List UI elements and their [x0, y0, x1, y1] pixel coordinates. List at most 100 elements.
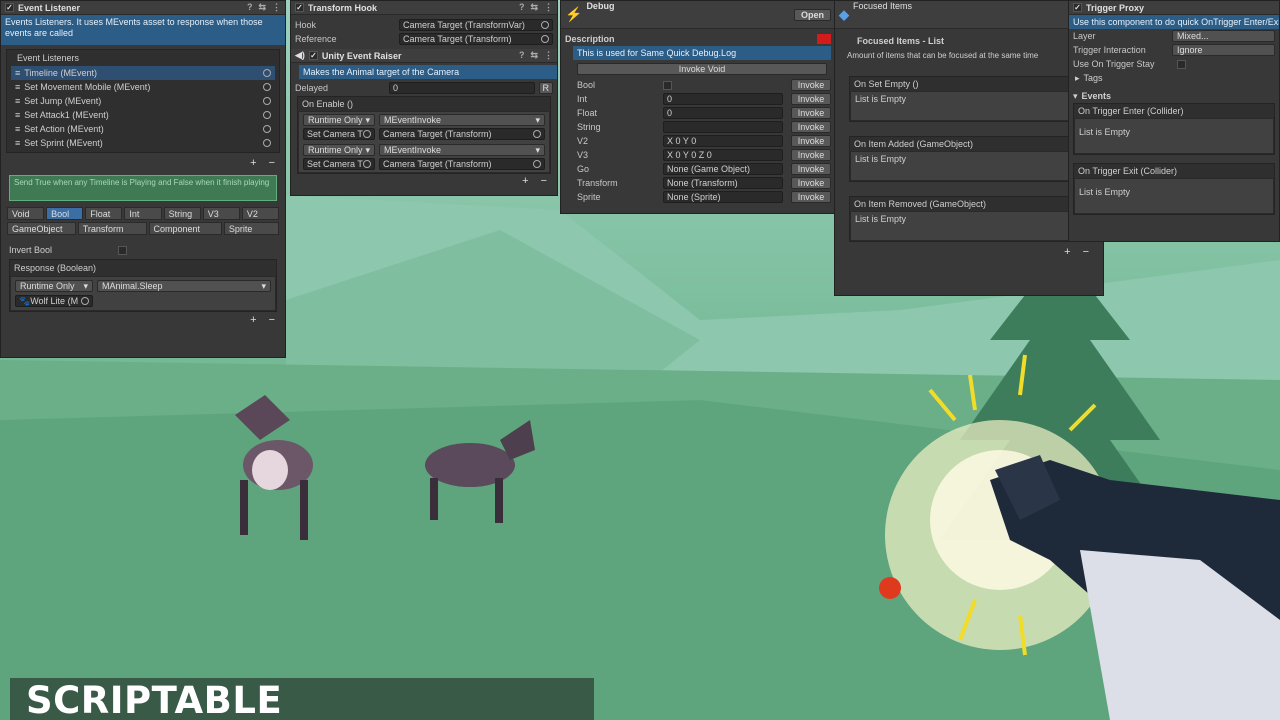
enable-checkbox[interactable]: ✓	[5, 3, 14, 12]
object-field[interactable]: Set Camera T	[303, 128, 375, 140]
add-button[interactable]: +	[250, 157, 256, 169]
debug-value-field[interactable]: None (Sprite)	[663, 191, 783, 203]
remove-button[interactable]: −	[1083, 246, 1089, 258]
target-icon[interactable]	[533, 130, 541, 138]
invoke-button[interactable]: Invoke	[791, 121, 831, 133]
more-icon[interactable]: ⋮	[544, 2, 553, 13]
enable-checkbox[interactable]: ✓	[308, 51, 318, 60]
events-row[interactable]: ▾ Events	[1069, 89, 1279, 103]
list-item[interactable]: ≡ Set Movement Mobile (MEvent)	[11, 80, 275, 94]
debug-value-field[interactable]: 0	[663, 107, 783, 119]
method-dropdown[interactable]: MEventInvoke ▾	[379, 144, 545, 156]
debug-value-field[interactable]: X 0 Y 0 Z 0	[663, 149, 783, 161]
argument-field[interactable]: Camera Target (Transform)	[379, 158, 545, 170]
remove-button[interactable]: −	[269, 314, 275, 326]
invert-bool-checkbox[interactable]	[118, 245, 127, 255]
target-icon[interactable]	[541, 35, 549, 43]
target-icon[interactable]	[263, 97, 271, 105]
invoke-button[interactable]: Invoke	[791, 79, 831, 91]
enable-checkbox[interactable]: ✓	[295, 3, 304, 12]
red-flag-icon	[817, 34, 831, 44]
target-icon[interactable]	[541, 21, 549, 29]
invoke-button[interactable]: Invoke	[791, 135, 831, 147]
remove-button[interactable]: −	[269, 157, 275, 169]
open-button[interactable]: Open	[793, 8, 831, 21]
layer-dropdown[interactable]: Mixed...	[1172, 30, 1275, 42]
tab-int[interactable]: Int	[124, 207, 162, 220]
target-icon[interactable]	[263, 139, 271, 147]
tab-string[interactable]: String	[163, 207, 201, 220]
target-icon[interactable]	[81, 297, 89, 305]
runtime-value: Runtime Only	[308, 145, 363, 155]
focused-items-panel: ◆ Focused Items Focused Items - List Amo…	[834, 0, 1104, 296]
debug-value-field[interactable]	[663, 121, 783, 133]
list-item[interactable]: ≡ Set Action (MEvent)	[11, 122, 275, 136]
tab-gameobject[interactable]: GameObject	[7, 222, 76, 235]
add-button[interactable]: +	[1064, 246, 1070, 258]
target-icon[interactable]	[363, 160, 371, 168]
paw-icon: 🐾	[19, 295, 31, 306]
debug-value-field[interactable]: None (Transform)	[663, 177, 783, 189]
list-item[interactable]: ≡ Timeline (MEvent)	[11, 66, 275, 80]
event-section: On Set Empty () List is Empty	[849, 76, 1073, 122]
interaction-dropdown[interactable]: Ignore	[1172, 44, 1275, 56]
debug-value-field[interactable]: X 0 Y 0	[663, 135, 783, 147]
settings-icon[interactable]: ⇆	[530, 50, 538, 61]
debug-row: V3 X 0 Y 0 Z 0 Invoke	[561, 148, 835, 162]
debug-value-field[interactable]: None (Game Object)	[663, 163, 783, 175]
method-dropdown[interactable]: MEventInvoke ▾	[379, 114, 545, 126]
invoke-button[interactable]: Invoke	[791, 177, 831, 189]
target-icon[interactable]	[263, 83, 271, 91]
settings-icon[interactable]: ⇆	[530, 2, 538, 13]
tab-component[interactable]: Component	[148, 222, 222, 235]
method-dropdown[interactable]: MAnimal.Sleep ▾	[97, 280, 271, 292]
list-item[interactable]: ≡ Set Jump (MEvent)	[11, 94, 275, 108]
tab-sprite[interactable]: Sprite	[223, 222, 280, 235]
delayed-field[interactable]: 0	[389, 82, 535, 94]
argument-field[interactable]: Camera Target (Transform)	[379, 128, 545, 140]
enable-checkbox[interactable]: ✓	[1073, 3, 1082, 12]
invoke-void-button[interactable]: Invoke Void	[577, 63, 827, 75]
list-item[interactable]: ≡ Set Attack1 (MEvent)	[11, 108, 275, 122]
target-icon[interactable]	[263, 111, 271, 119]
target-icon[interactable]	[363, 130, 371, 138]
more-icon[interactable]: ⋮	[544, 50, 553, 61]
invoke-button[interactable]: Invoke	[791, 149, 831, 161]
tab-v2[interactable]: V2	[241, 207, 279, 220]
more-icon[interactable]: ⋮	[272, 2, 281, 13]
tab-void[interactable]: Void	[7, 207, 45, 220]
invoke-button[interactable]: Invoke	[791, 107, 831, 119]
target-icon[interactable]	[533, 160, 541, 168]
help-icon[interactable]: ?	[519, 2, 525, 13]
reference-field[interactable]: Camera Target (Transform)	[399, 33, 553, 45]
settings-icon[interactable]: ⇆	[258, 2, 266, 13]
runtime-dropdown[interactable]: Runtime Only ▾	[303, 114, 375, 126]
list-item[interactable]: ≡ Set Sprint (MEvent)	[11, 136, 275, 150]
runtime-dropdown[interactable]: Runtime Only ▾	[15, 280, 93, 292]
invoke-button[interactable]: Invoke	[791, 163, 831, 175]
remove-button[interactable]: −	[541, 175, 547, 187]
object-field[interactable]: Set Camera T	[303, 158, 375, 170]
invoke-button[interactable]: Invoke	[791, 93, 831, 105]
r-button[interactable]: R	[538, 82, 553, 94]
tab-transform[interactable]: Transform	[77, 222, 147, 235]
add-button[interactable]: +	[250, 314, 256, 326]
info-box: Use this component to do quick OnTrigger…	[1069, 15, 1279, 29]
target-icon[interactable]	[263, 125, 271, 133]
tab-bool[interactable]: Bool	[46, 207, 84, 220]
tags-row[interactable]: ▸ Tags	[1069, 71, 1279, 85]
add-button[interactable]: +	[522, 175, 528, 187]
bool-checkbox[interactable]	[663, 80, 672, 90]
help-icon[interactable]: ?	[519, 50, 525, 61]
hook-field[interactable]: Camera Target (TransformVar)	[399, 19, 553, 31]
tab-float[interactable]: Float	[85, 207, 123, 220]
help-icon[interactable]: ?	[247, 2, 253, 13]
target-object-field[interactable]: 🐾 Wolf Lite (M	[15, 295, 93, 307]
stay-checkbox[interactable]	[1177, 59, 1186, 69]
trigger-enter-list: List is Empty	[1074, 118, 1274, 154]
tab-v3[interactable]: V3	[202, 207, 240, 220]
target-icon[interactable]	[263, 69, 271, 77]
runtime-dropdown[interactable]: Runtime Only ▾	[303, 144, 375, 156]
invoke-button[interactable]: Invoke	[791, 191, 831, 203]
debug-value-field[interactable]: 0	[663, 93, 783, 105]
